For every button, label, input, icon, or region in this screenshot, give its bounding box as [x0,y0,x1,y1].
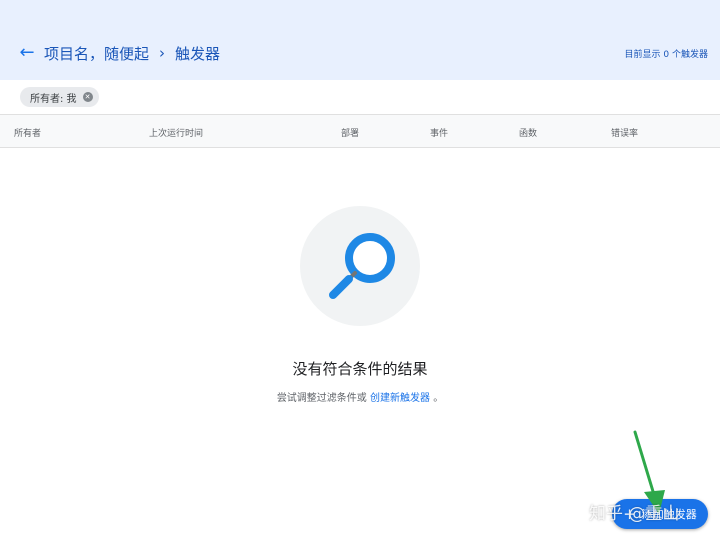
table-header: 所有者 上次运行时间 部署 事件 函数 错误率 [0,115,720,148]
column-deployment[interactable]: 部署 [341,126,359,139]
empty-state-hint: 尝试调整过滤条件或 [276,393,367,404]
breadcrumb-current-page: 触发器 [175,44,221,63]
close-circle-icon[interactable]: ✕ [82,92,93,102]
empty-state-period: 。 [433,393,444,404]
owner-filter-chip-label: 所有者: 我 [30,93,77,105]
page-header: ← 项目名，随便起 › 触发器 目前显示 0 个触发器 [0,0,720,80]
column-last-run[interactable]: 上次运行时间 [149,126,203,139]
trigger-count-status: 目前显示 0 个触发器 [624,50,708,60]
magnifier-icon [329,233,395,299]
column-owner[interactable]: 所有者 [14,126,41,139]
owner-filter-chip[interactable]: 所有者: 我 ✕ [20,87,99,107]
breadcrumb-chevron-icon: › [159,44,166,62]
column-event[interactable]: 事件 [430,126,448,139]
empty-state-illustration [300,206,420,326]
breadcrumb: 项目名，随便起 › 触发器 [44,42,220,64]
column-function[interactable]: 函数 [519,126,537,139]
empty-state-subtitle: 尝试调整过滤条件或 创建新触发器 。 [0,389,720,404]
filter-bar: 所有者: 我 ✕ [0,80,720,115]
empty-state-title: 没有符合条件的结果 [292,360,428,378]
annotation-arrow-icon [633,430,665,514]
back-arrow-icon[interactable]: ← [18,42,36,63]
column-error-rate[interactable]: 错误率 [611,126,638,139]
create-trigger-link[interactable]: 创建新触发器 [370,393,430,404]
breadcrumb-project[interactable]: 项目名，随便起 [44,43,149,64]
